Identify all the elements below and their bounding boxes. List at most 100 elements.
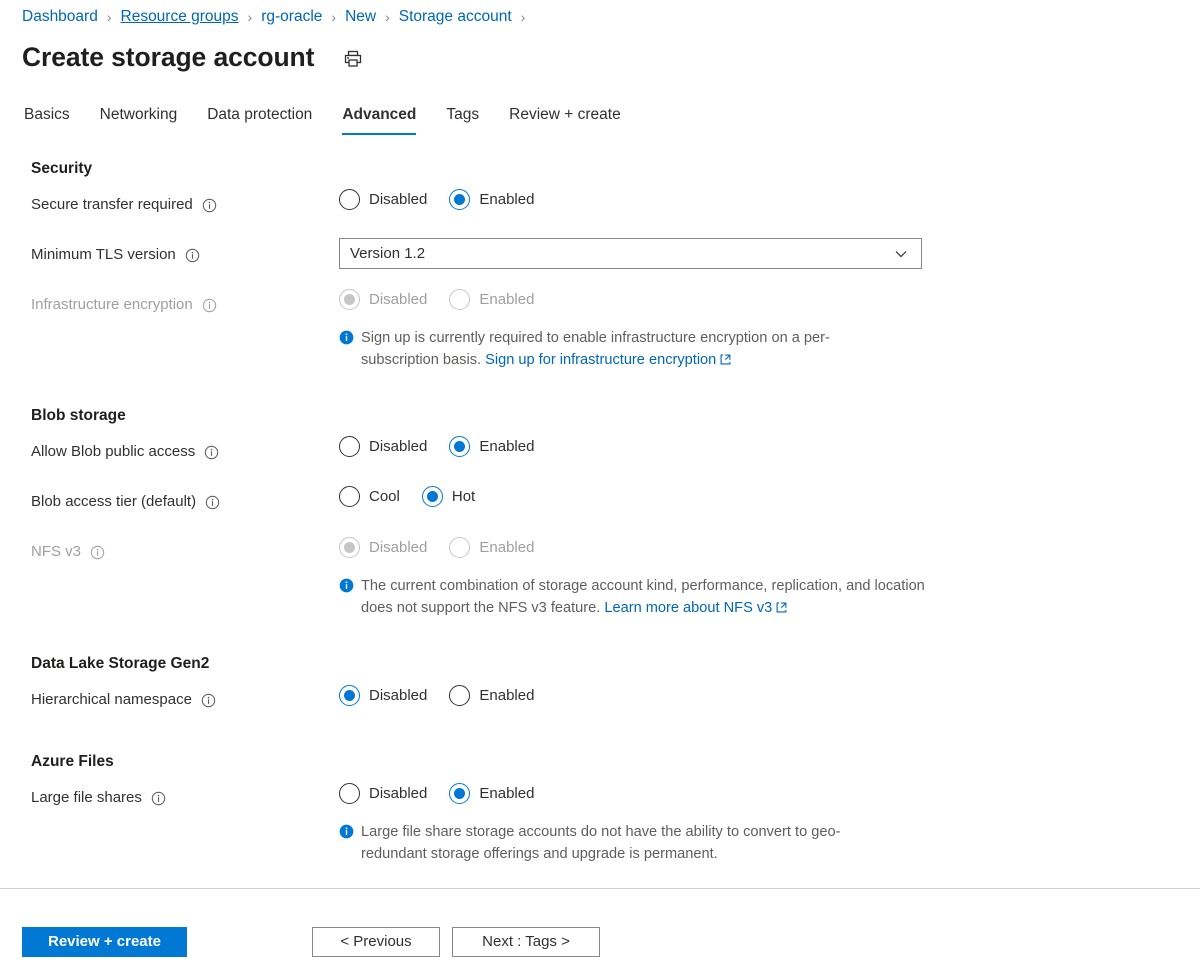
chevron-down-icon: [894, 247, 908, 261]
radio-blob-public-access-disabled[interactable]: Disabled: [339, 436, 427, 457]
info-message-infrastructure-encryption: Sign up is currently required to enable …: [339, 327, 894, 371]
radio-access-tier-hot[interactable]: Hot: [422, 486, 475, 507]
breadcrumb-item[interactable]: Resource groups: [121, 6, 239, 28]
radio-group-nfs-v3: Disabled Enabled: [339, 537, 534, 558]
info-icon[interactable]: [204, 445, 219, 460]
info-circle-icon: [339, 578, 354, 593]
learn-more-nfs-v3-link[interactable]: Learn more about NFS v3: [604, 600, 772, 616]
radio-label: Cool: [369, 487, 400, 507]
info-message-nfs-v3: The current combination of storage accou…: [339, 575, 931, 619]
label-infrastructure-encryption: Infrastructure encryption: [31, 294, 217, 316]
tab-tags[interactable]: Tags: [446, 104, 479, 135]
radio-large-file-shares-disabled[interactable]: Disabled: [339, 783, 427, 804]
info-icon[interactable]: [202, 298, 217, 313]
radio-mark: [339, 289, 360, 310]
section-heading-blob-storage: Blob storage: [31, 405, 126, 427]
breadcrumb-item[interactable]: rg-oracle: [261, 6, 322, 28]
info-icon[interactable]: [201, 693, 216, 708]
radio-access-tier-cool[interactable]: Cool: [339, 486, 400, 507]
info-circle-icon: [339, 330, 354, 345]
breadcrumb-separator: ›: [107, 6, 112, 28]
radio-group-infrastructure-encryption: Disabled Enabled: [339, 289, 534, 310]
previous-button[interactable]: < Previous: [312, 927, 440, 957]
radio-mark: [449, 289, 470, 310]
review-create-button[interactable]: Review + create: [22, 927, 187, 957]
radio-label: Enabled: [479, 190, 534, 210]
title-row: Create storage account: [22, 38, 366, 76]
radio-large-file-shares-enabled[interactable]: Enabled: [449, 783, 534, 804]
radio-label: Disabled: [369, 437, 427, 457]
label-text: Infrastructure encryption: [31, 294, 193, 316]
radio-mark: [339, 436, 360, 457]
label-text: NFS v3: [31, 541, 81, 563]
tab-data-protection[interactable]: Data protection: [207, 104, 312, 135]
radio-mark: [449, 685, 470, 706]
radio-group-allow-blob-public-access: Disabled Enabled: [339, 436, 534, 457]
radio-secure-transfer-disabled[interactable]: Disabled: [339, 189, 427, 210]
printer-icon[interactable]: [340, 46, 366, 72]
radio-hierarchical-namespace-disabled[interactable]: Disabled: [339, 685, 427, 706]
breadcrumb-item[interactable]: Storage account: [399, 6, 512, 28]
radio-group-large-file-shares: Disabled Enabled: [339, 783, 534, 804]
radio-group-hierarchical-namespace: Disabled Enabled: [339, 685, 534, 706]
label-hierarchical-namespace: Hierarchical namespace: [31, 689, 216, 711]
next-tags-button[interactable]: Next : Tags >: [452, 927, 600, 957]
section-heading-security: Security: [31, 158, 92, 180]
radio-mark: [449, 436, 470, 457]
radio-mark: [449, 783, 470, 804]
label-text: Allow Blob public access: [31, 441, 195, 463]
tab-networking[interactable]: Networking: [100, 104, 178, 135]
radio-label: Disabled: [369, 538, 427, 558]
radio-mark: [339, 486, 360, 507]
tab-review-create[interactable]: Review + create: [509, 104, 621, 135]
footer: Review + create < Previous Next : Tags >: [0, 889, 1200, 976]
info-message-text: The current combination of storage accou…: [361, 575, 931, 619]
info-icon[interactable]: [205, 495, 220, 510]
signup-infrastructure-encryption-link[interactable]: Sign up for infrastructure encryption: [485, 352, 716, 368]
page-title: Create storage account: [22, 38, 314, 76]
radio-blob-public-access-enabled[interactable]: Enabled: [449, 436, 534, 457]
radio-label: Enabled: [479, 784, 534, 804]
radio-label: Enabled: [479, 686, 534, 706]
label-nfs-v3: NFS v3: [31, 541, 105, 563]
radio-mark: [339, 189, 360, 210]
radio-mark: [339, 685, 360, 706]
section-heading-azure-files: Azure Files: [31, 751, 114, 773]
breadcrumb-item[interactable]: Dashboard: [22, 6, 98, 28]
breadcrumb-item[interactable]: New: [345, 6, 376, 28]
info-icon[interactable]: [202, 198, 217, 213]
info-icon[interactable]: [185, 248, 200, 263]
radio-nfs-v3-enabled: Enabled: [449, 537, 534, 558]
breadcrumb-separator: ›: [521, 6, 526, 28]
info-message-text: Sign up is currently required to enable …: [361, 327, 894, 371]
info-circle-icon: [339, 824, 354, 839]
breadcrumb-separator: ›: [331, 6, 336, 28]
radio-label: Enabled: [479, 538, 534, 558]
info-message-large-file-shares: Large file share storage accounts do not…: [339, 821, 899, 865]
tab-advanced[interactable]: Advanced: [342, 104, 416, 135]
breadcrumb: Dashboard › Resource groups › rg-oracle › New ›…: [22, 6, 534, 28]
radio-mark: [339, 783, 360, 804]
info-icon[interactable]: [151, 791, 166, 806]
radio-infra-encryption-enabled: Enabled: [449, 289, 534, 310]
radio-hierarchical-namespace-enabled[interactable]: Enabled: [449, 685, 534, 706]
radio-mark: [449, 189, 470, 210]
radio-group-secure-transfer: Disabled Enabled: [339, 189, 534, 210]
external-link-icon[interactable]: [776, 598, 787, 609]
radio-label: Hot: [452, 487, 475, 507]
label-secure-transfer-required: Secure transfer required: [31, 194, 217, 216]
radio-label: Disabled: [369, 784, 427, 804]
breadcrumb-separator: ›: [385, 6, 390, 28]
info-icon[interactable]: [90, 545, 105, 560]
radio-mark: [449, 537, 470, 558]
minimum-tls-version-dropdown[interactable]: Version 1.2: [339, 238, 922, 269]
section-heading-data-lake: Data Lake Storage Gen2: [31, 653, 209, 675]
label-text: Large file shares: [31, 787, 142, 809]
external-link-icon[interactable]: [720, 350, 731, 361]
radio-secure-transfer-enabled[interactable]: Enabled: [449, 189, 534, 210]
radio-label: Disabled: [369, 686, 427, 706]
label-allow-blob-public-access: Allow Blob public access: [31, 441, 219, 463]
tab-basics[interactable]: Basics: [24, 104, 70, 135]
label-minimum-tls-version: Minimum TLS version: [31, 244, 200, 266]
label-large-file-shares: Large file shares: [31, 787, 166, 809]
